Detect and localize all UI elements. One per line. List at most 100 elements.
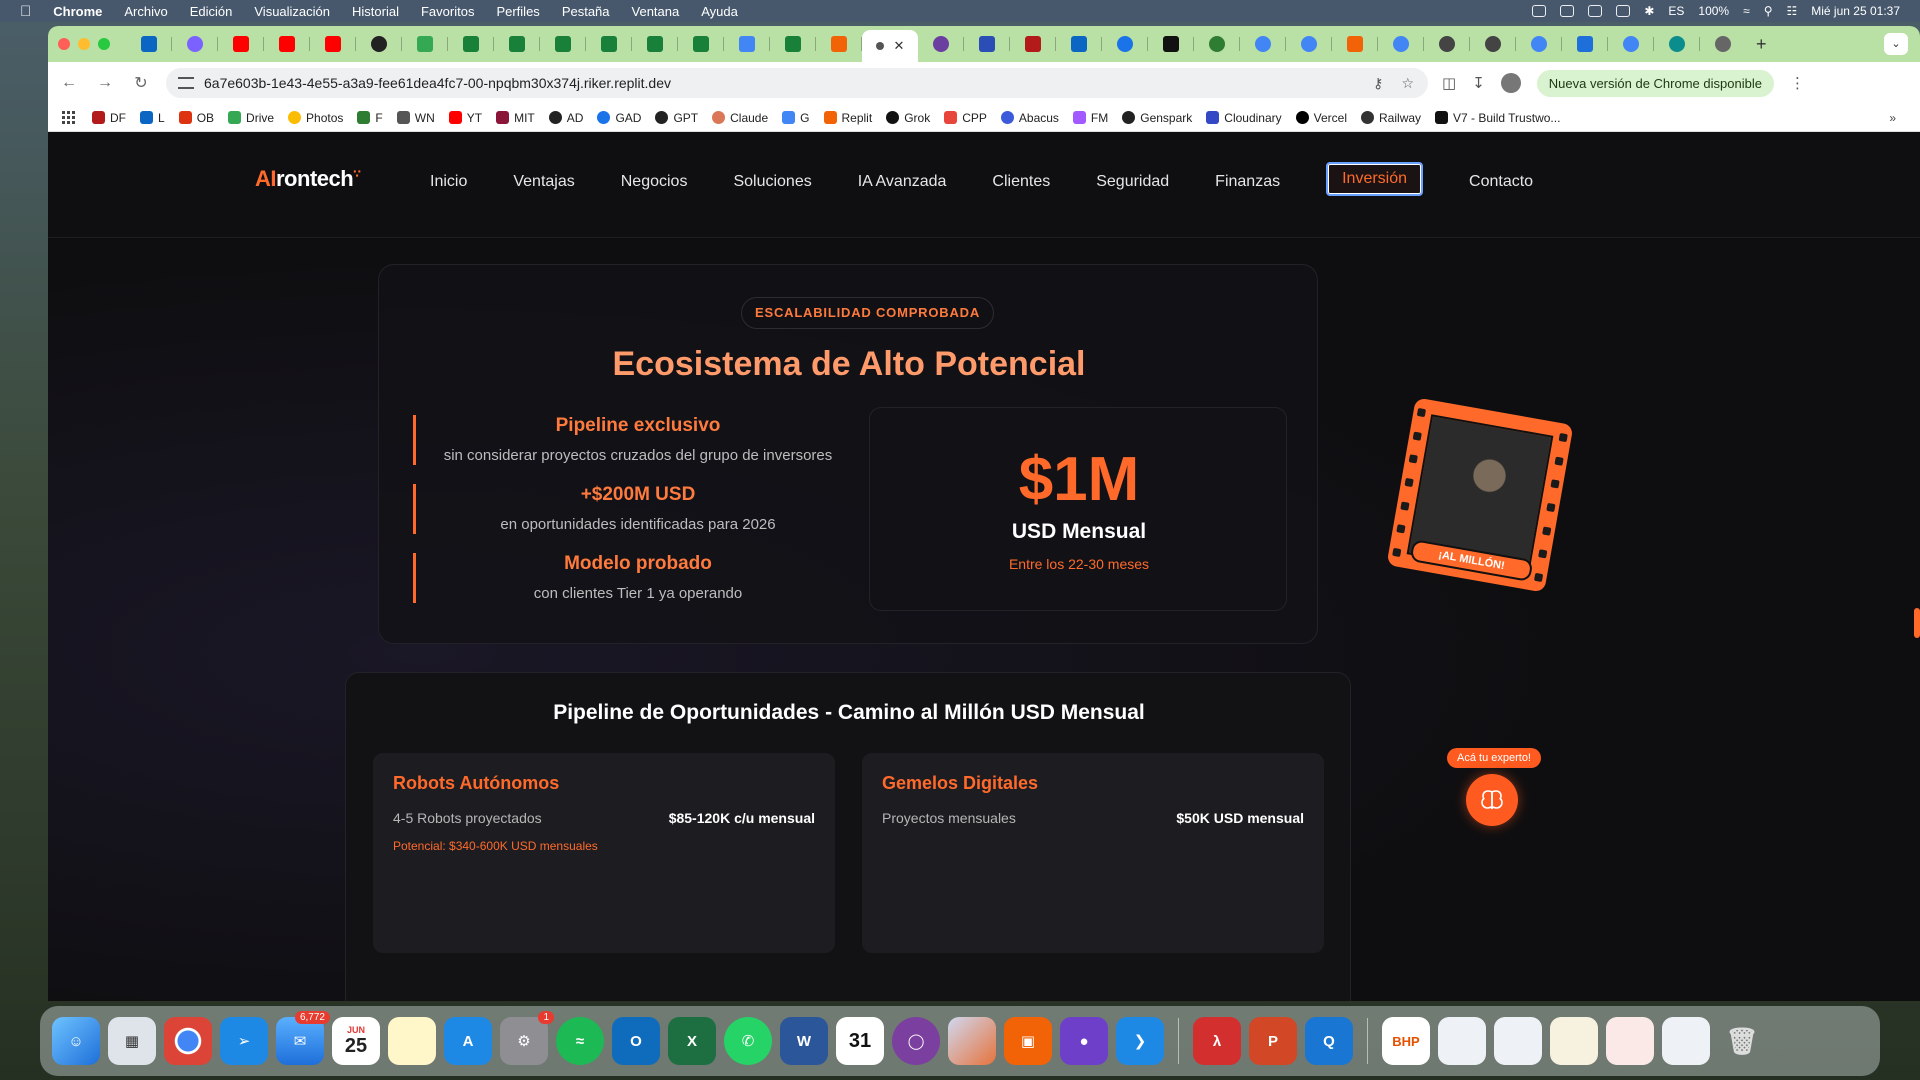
powerpoint-icon[interactable]: P — [1249, 1017, 1297, 1065]
document-thumbnail-icon[interactable] — [1494, 1017, 1542, 1065]
outlook-icon[interactable]: O — [612, 1017, 660, 1065]
app-store-icon[interactable]: A — [444, 1017, 492, 1065]
browser-tab[interactable] — [1470, 30, 1516, 58]
menu-ayuda[interactable]: Ayuda — [701, 4, 738, 19]
profile-avatar[interactable] — [1500, 73, 1521, 93]
launchpad-icon[interactable]: ▦ — [108, 1017, 156, 1065]
battery-percent[interactable]: 100% — [1698, 4, 1729, 18]
apps-grid-icon[interactable] — [62, 110, 76, 125]
menu-favoritos[interactable]: Favoritos — [421, 4, 474, 19]
browser-tab[interactable] — [1240, 30, 1286, 58]
spotify-icon[interactable]: ≈ — [556, 1017, 604, 1065]
browser-tab[interactable] — [1378, 30, 1424, 58]
replit-icon[interactable]: ▣ — [1004, 1017, 1052, 1065]
chrome-update-button[interactable]: Nueva versión de Chrome disponible — [1536, 69, 1774, 97]
browser-tab[interactable] — [1286, 30, 1332, 58]
new-tab-button[interactable]: + — [1756, 34, 1767, 55]
browser-tab[interactable] — [448, 30, 494, 58]
bookmark-item[interactable]: L — [140, 111, 165, 125]
bookmark-item[interactable]: CPP — [944, 111, 987, 125]
zoom-window-button[interactable] — [98, 38, 110, 50]
chrome-icon[interactable] — [164, 1017, 212, 1065]
browser-tab[interactable] — [770, 30, 816, 58]
bookmark-item[interactable]: Drive — [228, 111, 274, 125]
browser-tab[interactable] — [172, 30, 218, 58]
ai-expert-chat-button[interactable] — [1466, 774, 1518, 826]
bookmark-item[interactable]: Claude — [712, 111, 768, 125]
bookmark-item[interactable]: GPT — [655, 111, 698, 125]
browser-tab[interactable] — [402, 30, 448, 58]
nav-clientes[interactable]: Clientes — [992, 170, 1050, 196]
browser-tab[interactable] — [1700, 30, 1746, 58]
bookmark-item[interactable]: GAD — [597, 111, 641, 125]
document-thumbnail-icon[interactable] — [1438, 1017, 1486, 1065]
nav-inicio[interactable]: Inicio — [430, 170, 467, 196]
bookmark-item[interactable]: Grok — [886, 111, 930, 125]
page-scrollbar-thumb[interactable] — [1914, 608, 1920, 638]
word-icon[interactable]: W — [780, 1017, 828, 1065]
browser-tab[interactable] — [1194, 30, 1240, 58]
document-thumbnail-icon[interactable] — [1662, 1017, 1710, 1065]
menu-chrome[interactable]: Chrome — [53, 4, 102, 19]
bhp-document-icon[interactable]: BHP — [1382, 1017, 1430, 1065]
menu-archivo[interactable]: Archivo — [124, 4, 167, 19]
calendar-app-icon[interactable]: 31 — [836, 1017, 884, 1065]
menubar-clock[interactable]: Mié jun 25 01:37 — [1811, 4, 1900, 18]
al-millon-film-frame[interactable]: ¡AL MILLÓN! — [1386, 397, 1574, 593]
browser-tab[interactable] — [1148, 30, 1194, 58]
github-desktop-icon[interactable]: ● — [1060, 1017, 1108, 1065]
browser-tab[interactable] — [1424, 30, 1470, 58]
excel-icon[interactable]: X — [668, 1017, 716, 1065]
site-logo[interactable]: AIrontech∵ — [255, 166, 361, 192]
nav-ia-avanzada[interactable]: IA Avanzada — [858, 170, 947, 196]
document-thumbnail-icon[interactable] — [1550, 1017, 1598, 1065]
menu-ventana[interactable]: Ventana — [632, 4, 680, 19]
nav-ventajas[interactable]: Ventajas — [513, 170, 574, 196]
browser-tab[interactable] — [494, 30, 540, 58]
extensions-puzzle-icon[interactable]: ◫ — [1442, 74, 1456, 92]
keyboard-input-indicator[interactable]: ES — [1668, 4, 1684, 18]
browser-tab[interactable] — [1056, 30, 1102, 58]
browser-tab[interactable] — [310, 30, 356, 58]
bookmark-item[interactable]: OB — [178, 111, 214, 125]
minimize-window-button[interactable] — [78, 38, 90, 50]
bookmark-item[interactable]: Replit — [823, 111, 872, 125]
safari-icon[interactable]: ➢ — [220, 1017, 268, 1065]
browser-tab[interactable] — [540, 30, 586, 58]
menu-perfiles[interactable]: Perfiles — [496, 4, 539, 19]
browser-tab[interactable] — [816, 30, 862, 58]
address-bar[interactable]: 6a7e603b-1e43-4e55-a3a9-fee61dea4fc7-00-… — [166, 68, 1428, 98]
calendar-icon[interactable]: JUN 25 — [332, 1017, 380, 1065]
mail-icon[interactable]: ✉ 6,772 — [276, 1011, 330, 1065]
apple-menu-icon[interactable]:  — [20, 3, 31, 20]
browser-tab[interactable] — [964, 30, 1010, 58]
browser-tab[interactable] — [1102, 30, 1148, 58]
browser-tab[interactable] — [1516, 30, 1562, 58]
screen-icon[interactable] — [1532, 5, 1547, 17]
bookmark-item[interactable]: MIT — [496, 111, 535, 125]
bookmark-item[interactable]: Cloudinary — [1206, 111, 1282, 125]
bookmark-item[interactable]: DF — [92, 111, 126, 125]
document-thumbnail-icon[interactable] — [1606, 1017, 1654, 1065]
browser-tab[interactable] — [1562, 30, 1608, 58]
bookmark-item[interactable]: Vercel — [1295, 111, 1347, 125]
close-tab-icon[interactable]: ✕ — [894, 38, 905, 54]
downloads-icon[interactable]: ↧ — [1472, 74, 1485, 92]
browser-tab[interactable] — [586, 30, 632, 58]
browser-tab[interactable] — [1332, 30, 1378, 58]
acrobat-icon[interactable]: λ — [1193, 1017, 1241, 1065]
browser-tab[interactable] — [918, 30, 964, 58]
wifi-icon[interactable]: ≈ — [1743, 4, 1750, 18]
site-info-icon[interactable] — [178, 77, 194, 89]
browser-tab[interactable] — [126, 30, 172, 58]
nav-soluciones[interactable]: Soluciones — [733, 170, 811, 196]
nav-seguridad[interactable]: Seguridad — [1096, 170, 1169, 196]
kebab-menu-icon[interactable]: ⋮ — [1790, 74, 1805, 92]
system-settings-icon[interactable]: ⚙ 1 — [500, 1011, 554, 1065]
trash-icon[interactable]: 🗑 — [1718, 1017, 1766, 1065]
spotlight-search-icon[interactable]: ⚲ — [1764, 4, 1773, 18]
tab-search-chevron-icon[interactable]: ⌄ — [1884, 33, 1908, 55]
menu-visualizacion[interactable]: Visualización — [254, 4, 330, 19]
nav-negocios[interactable]: Negocios — [621, 170, 688, 196]
password-key-icon[interactable]: ⚷ — [1373, 75, 1383, 92]
